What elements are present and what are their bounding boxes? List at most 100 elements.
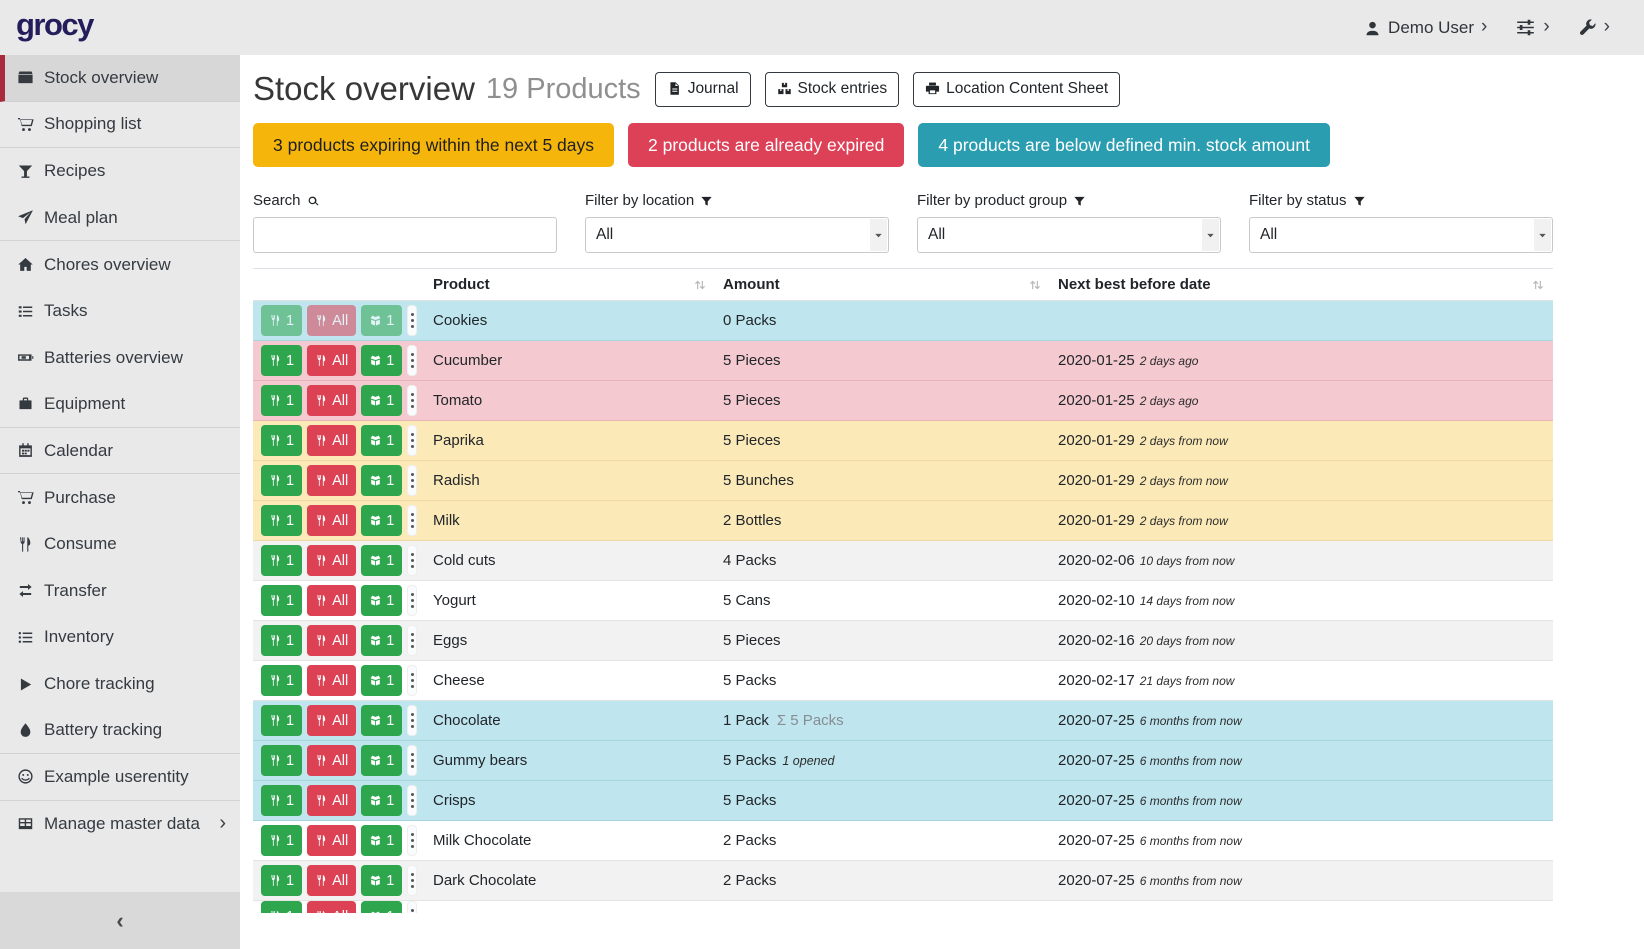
- journal-button[interactable]: Journal: [655, 72, 751, 107]
- product-group-select[interactable]: All: [917, 217, 1221, 253]
- consume-one-button[interactable]: 1: [261, 545, 302, 576]
- row-menu-button[interactable]: [407, 345, 417, 376]
- row-menu-button[interactable]: [407, 465, 417, 496]
- consume-one-button[interactable]: 1: [261, 665, 302, 696]
- product-column-header[interactable]: Product: [425, 269, 715, 300]
- consume-all-button[interactable]: All: [307, 901, 356, 913]
- consume-one-button[interactable]: 1: [261, 865, 302, 896]
- consume-all-button[interactable]: All: [307, 545, 356, 576]
- open-one-button[interactable]: 1: [361, 345, 402, 376]
- row-menu-button[interactable]: [407, 865, 417, 896]
- row-menu-button[interactable]: [407, 785, 417, 816]
- consume-one-button[interactable]: 1: [261, 585, 302, 616]
- consume-all-button[interactable]: All: [307, 505, 356, 536]
- sidebar-item-inventory[interactable]: Inventory: [0, 614, 240, 661]
- consume-one-button[interactable]: 1: [261, 345, 302, 376]
- sidebar-item-transfer[interactable]: Transfer: [0, 568, 240, 615]
- amount-column-header[interactable]: Amount: [715, 269, 1050, 300]
- consume-all-button[interactable]: All: [307, 745, 356, 776]
- row-menu-button[interactable]: [407, 505, 417, 536]
- sidebar-item-consume[interactable]: Consume: [0, 521, 240, 568]
- sidebar-item-battery-tracking[interactable]: Battery tracking: [0, 707, 240, 754]
- sidebar-item-chores-overview[interactable]: Chores overview: [0, 241, 240, 288]
- consume-one-button[interactable]: 1: [261, 785, 302, 816]
- consume-all-button[interactable]: All: [307, 465, 356, 496]
- row-menu-button[interactable]: [407, 305, 417, 336]
- consume-one-button[interactable]: 1: [261, 305, 302, 336]
- sidebar-item-purchase[interactable]: Purchase: [0, 474, 240, 521]
- consume-all-button[interactable]: All: [307, 625, 356, 656]
- sidebar-item-equipment[interactable]: Equipment: [0, 381, 240, 428]
- consume-all-button[interactable]: All: [307, 665, 356, 696]
- consume-all-button[interactable]: All: [307, 305, 356, 336]
- consume-one-button[interactable]: 1: [261, 465, 302, 496]
- open-one-button[interactable]: 1: [361, 705, 402, 736]
- row-menu-button[interactable]: [407, 705, 417, 736]
- sort-icon[interactable]: [1531, 276, 1545, 293]
- row-menu-button[interactable]: [407, 385, 417, 416]
- alert-3-products-expiring-within-the[interactable]: 3 products expiring within the next 5 da…: [253, 123, 614, 167]
- open-one-button[interactable]: 1: [361, 745, 402, 776]
- open-one-button[interactable]: 1: [361, 385, 402, 416]
- consume-one-button[interactable]: 1: [261, 901, 302, 913]
- consume-one-button[interactable]: 1: [261, 745, 302, 776]
- open-one-button[interactable]: 1: [361, 865, 402, 896]
- open-one-button[interactable]: 1: [361, 625, 402, 656]
- consume-one-button[interactable]: 1: [261, 425, 302, 456]
- consume-one-button[interactable]: 1: [261, 705, 302, 736]
- open-one-button[interactable]: 1: [361, 465, 402, 496]
- admin-menu[interactable]: ›: [1578, 17, 1610, 38]
- sidebar-item-tasks[interactable]: Tasks: [0, 288, 240, 335]
- search-input[interactable]: [253, 217, 557, 253]
- settings-menu[interactable]: ›: [1515, 17, 1549, 38]
- consume-all-button[interactable]: All: [307, 345, 356, 376]
- sidebar-item-calendar[interactable]: Calendar: [0, 428, 240, 475]
- open-one-button[interactable]: 1: [361, 585, 402, 616]
- alert-2-products-are-already-expired[interactable]: 2 products are already expired: [628, 123, 904, 167]
- open-one-button[interactable]: 1: [361, 545, 402, 576]
- open-one-button[interactable]: 1: [361, 665, 402, 696]
- sidebar-item-batteries-overview[interactable]: Batteries overview: [0, 335, 240, 382]
- sidebar-item-meal-plan[interactable]: Meal plan: [0, 195, 240, 242]
- date-column-header[interactable]: Next best before date: [1050, 269, 1553, 300]
- open-one-button[interactable]: 1: [361, 425, 402, 456]
- sidebar-item-stock-overview[interactable]: Stock overview: [0, 55, 240, 102]
- row-menu-button[interactable]: [407, 625, 417, 656]
- consume-all-button[interactable]: All: [307, 425, 356, 456]
- consume-one-button[interactable]: 1: [261, 625, 302, 656]
- consume-one-button[interactable]: 1: [261, 505, 302, 536]
- consume-all-button[interactable]: All: [307, 825, 356, 856]
- user-menu[interactable]: Demo User ›: [1364, 17, 1487, 38]
- row-menu-button[interactable]: [407, 745, 417, 776]
- consume-one-button[interactable]: 1: [261, 825, 302, 856]
- row-menu-button[interactable]: [407, 545, 417, 576]
- consume-all-button[interactable]: All: [307, 385, 356, 416]
- sidebar-item-example-userentity[interactable]: Example userentity: [0, 754, 240, 801]
- open-one-button[interactable]: 1: [361, 785, 402, 816]
- row-menu-button[interactable]: [407, 665, 417, 696]
- consume-one-button[interactable]: 1: [261, 385, 302, 416]
- row-menu-button[interactable]: [407, 901, 417, 913]
- alert-4-products-are-below-defined-m[interactable]: 4 products are below defined min. stock …: [918, 123, 1330, 167]
- consume-all-button[interactable]: All: [307, 785, 356, 816]
- row-menu-button[interactable]: [407, 585, 417, 616]
- stock-entries-button[interactable]: Stock entries: [765, 72, 900, 107]
- consume-all-button[interactable]: All: [307, 585, 356, 616]
- open-one-button[interactable]: 1: [361, 305, 402, 336]
- sort-icon[interactable]: [693, 276, 707, 293]
- consume-all-button[interactable]: All: [307, 705, 356, 736]
- open-one-button[interactable]: 1: [361, 825, 402, 856]
- status-select[interactable]: All: [1249, 217, 1553, 253]
- open-one-button[interactable]: 1: [361, 505, 402, 536]
- sidebar-item-chore-tracking[interactable]: Chore tracking: [0, 661, 240, 708]
- sidebar-item-manage-master-data[interactable]: Manage master data›: [0, 801, 240, 848]
- open-one-button[interactable]: 1: [361, 901, 402, 913]
- row-menu-button[interactable]: [407, 425, 417, 456]
- sidebar-collapse-button[interactable]: ‹: [0, 892, 240, 949]
- row-menu-button[interactable]: [407, 825, 417, 856]
- sidebar-item-shopping-list[interactable]: Shopping list: [0, 102, 240, 149]
- sidebar-item-recipes[interactable]: Recipes: [0, 148, 240, 195]
- consume-all-button[interactable]: All: [307, 865, 356, 896]
- location-select[interactable]: All: [585, 217, 889, 253]
- sort-icon[interactable]: [1028, 276, 1042, 293]
